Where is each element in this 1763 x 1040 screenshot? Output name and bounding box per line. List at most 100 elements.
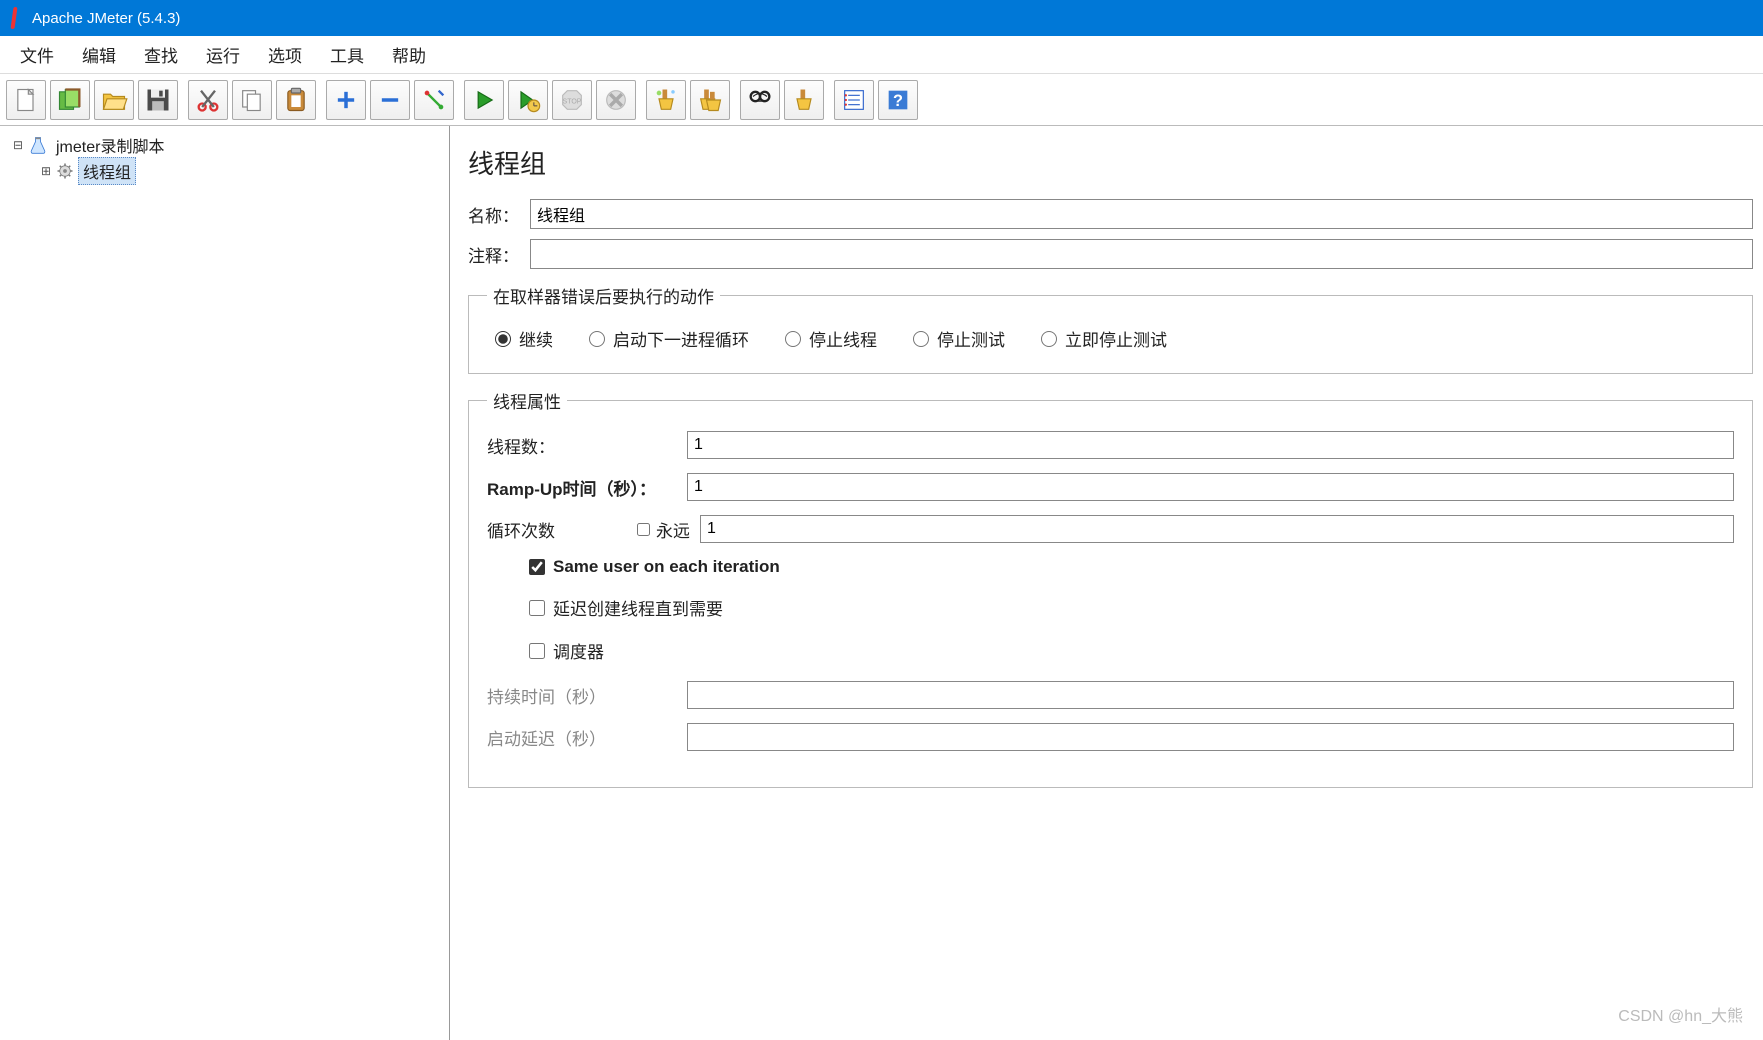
menu-file[interactable]: 文件 xyxy=(6,36,68,73)
menu-run[interactable]: 运行 xyxy=(192,36,254,73)
paste-button[interactable] xyxy=(276,80,316,120)
clear-all-button[interactable] xyxy=(690,80,730,120)
radio-stop-thread[interactable]: 停止线程 xyxy=(785,326,877,351)
menu-edit[interactable]: 编辑 xyxy=(68,36,130,73)
menu-tools[interactable]: 工具 xyxy=(316,36,378,73)
toggle-button[interactable] xyxy=(414,80,454,120)
paste-icon xyxy=(282,86,310,114)
help-icon: ? xyxy=(884,86,912,114)
delay-create-label: 延迟创建线程直到需要 xyxy=(553,595,723,620)
plus-icon xyxy=(332,86,360,114)
comment-input[interactable] xyxy=(530,239,1753,269)
threads-input[interactable] xyxy=(687,431,1734,459)
error-action-fieldset: 在取样器错误后要执行的动作 继续 启动下一进程循环 停止线程 停止测试 立即停止… xyxy=(468,283,1753,374)
rampup-label: Ramp-Up时间（秒）： xyxy=(487,475,687,500)
radio-stop-test[interactable]: 停止测试 xyxy=(913,326,1005,351)
duration-input xyxy=(687,681,1734,709)
clear-icon xyxy=(652,86,680,114)
help-button[interactable]: ? xyxy=(878,80,918,120)
templates-icon xyxy=(56,86,84,114)
minus-icon xyxy=(376,86,404,114)
radio-stop-now[interactable]: 立即停止测试 xyxy=(1041,326,1167,351)
startup-delay-label: 启动延迟（秒） xyxy=(487,725,687,750)
window-titlebar: Apache JMeter (5.4.3) xyxy=(0,0,1763,36)
save-button[interactable] xyxy=(138,80,178,120)
save-icon xyxy=(144,86,172,114)
cut-button[interactable] xyxy=(188,80,228,120)
start-no-timers-button[interactable] xyxy=(508,80,548,120)
cut-icon xyxy=(194,86,222,114)
same-user-checkbox[interactable] xyxy=(529,559,545,575)
forever-label: 永远 xyxy=(656,517,690,542)
startup-delay-input xyxy=(687,723,1734,751)
start-no-timers-icon xyxy=(514,86,542,114)
open-icon xyxy=(100,86,128,114)
expand-button[interactable] xyxy=(326,80,366,120)
test-plan-icon xyxy=(28,135,48,155)
start-icon xyxy=(470,86,498,114)
test-plan-tree[interactable]: ⊟ jmeter录制脚本 ⊞ 线程组 xyxy=(0,126,450,1040)
new-button[interactable] xyxy=(6,80,46,120)
menu-options[interactable]: 选项 xyxy=(254,36,316,73)
thread-properties-legend: 线程属性 xyxy=(487,388,567,413)
same-user-label: Same user on each iteration xyxy=(553,557,780,577)
name-label: 名称： xyxy=(468,202,530,227)
shutdown-icon xyxy=(602,86,630,114)
shutdown-button[interactable] xyxy=(596,80,636,120)
menu-search[interactable]: 查找 xyxy=(130,36,192,73)
copy-icon xyxy=(238,86,266,114)
radio-stop-thread-input[interactable] xyxy=(785,331,801,347)
new-file-icon xyxy=(12,86,40,114)
thread-group-icon xyxy=(56,162,74,180)
menu-help[interactable]: 帮助 xyxy=(378,36,440,73)
svg-text:STOP: STOP xyxy=(563,98,582,105)
search-icon xyxy=(746,86,774,114)
radio-next-loop[interactable]: 启动下一进程循环 xyxy=(589,326,749,351)
watermark: CSDN @hn_大熊 xyxy=(1618,1002,1743,1026)
name-input[interactable] xyxy=(530,199,1753,229)
radio-next-loop-input[interactable] xyxy=(589,331,605,347)
templates-button[interactable] xyxy=(50,80,90,120)
scheduler-label: 调度器 xyxy=(553,638,604,663)
window-title: Apache JMeter (5.4.3) xyxy=(32,10,180,27)
svg-text:?: ? xyxy=(893,91,903,109)
comment-label: 注释： xyxy=(468,242,530,267)
thread-properties-fieldset: 线程属性 线程数： Ramp-Up时间（秒）： 循环次数 永远 Same use… xyxy=(468,388,1753,788)
collapse-button[interactable] xyxy=(370,80,410,120)
tree-root-row[interactable]: ⊟ jmeter录制脚本 xyxy=(4,132,445,158)
function-helper-icon xyxy=(840,86,868,114)
menu-bar: 文件 编辑 查找 运行 选项 工具 帮助 xyxy=(0,36,1763,74)
toolbar: STOP ? xyxy=(0,74,1763,126)
app-icon xyxy=(8,7,22,29)
tree-root-label: jmeter录制脚本 xyxy=(52,132,168,158)
loop-input[interactable] xyxy=(700,515,1734,543)
clear-all-icon xyxy=(696,86,724,114)
panel-heading: 线程组 xyxy=(468,144,1753,181)
toggle-icon xyxy=(420,86,448,114)
copy-button[interactable] xyxy=(232,80,272,120)
expand-toggle-icon[interactable]: ⊞ xyxy=(40,165,52,177)
threads-label: 线程数： xyxy=(487,433,687,458)
delay-create-checkbox[interactable] xyxy=(529,600,545,616)
radio-stop-test-input[interactable] xyxy=(913,331,929,347)
rampup-input[interactable] xyxy=(687,473,1734,501)
start-button[interactable] xyxy=(464,80,504,120)
loop-label: 循环次数 xyxy=(487,517,637,542)
scheduler-checkbox[interactable] xyxy=(529,643,545,659)
search-button[interactable] xyxy=(740,80,780,120)
tree-thread-group-label: 线程组 xyxy=(78,157,136,185)
collapse-toggle-icon[interactable]: ⊟ xyxy=(12,139,24,151)
reset-search-button[interactable] xyxy=(784,80,824,120)
tree-thread-group-row[interactable]: ⊞ 线程组 xyxy=(4,158,445,184)
reset-search-icon xyxy=(790,86,818,114)
stop-button[interactable]: STOP xyxy=(552,80,592,120)
radio-stop-now-input[interactable] xyxy=(1041,331,1057,347)
clear-button[interactable] xyxy=(646,80,686,120)
radio-continue[interactable]: 继续 xyxy=(495,326,553,351)
duration-label: 持续时间（秒） xyxy=(487,683,687,708)
radio-continue-input[interactable] xyxy=(495,331,511,347)
open-button[interactable] xyxy=(94,80,134,120)
forever-checkbox[interactable] xyxy=(637,523,650,536)
function-helper-button[interactable] xyxy=(834,80,874,120)
thread-group-panel: 线程组 名称： 注释： 在取样器错误后要执行的动作 继续 启动下一进程循环 停止… xyxy=(450,126,1763,1040)
